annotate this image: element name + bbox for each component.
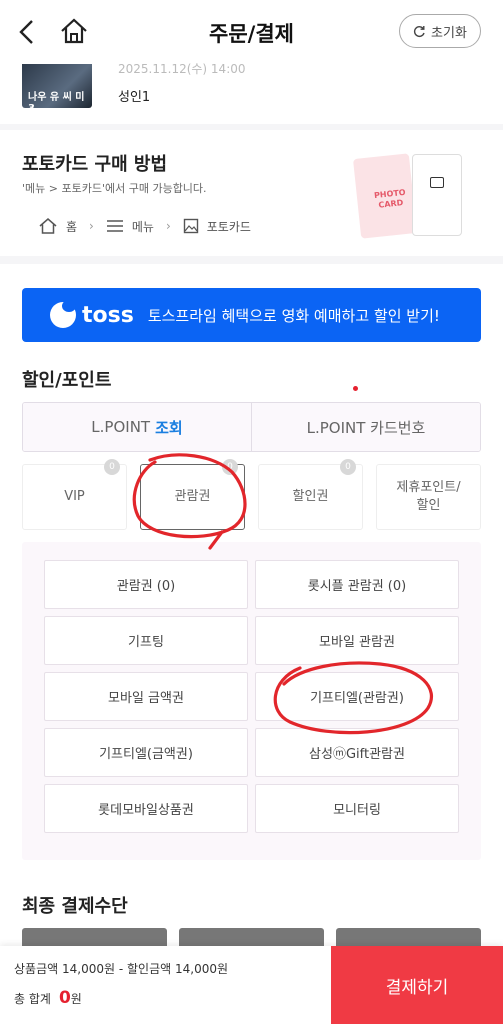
discount-section: 할인/포인트 L.POINT 조회 L.POINT 카드번호 VIP 0 관람권… <box>0 354 503 872</box>
photocard-illustration: PHOTO CARD <box>352 153 418 239</box>
toss-banner[interactable]: toss 토스프라임 혜택으로 영화 예매하고 할인 받기! <box>22 288 481 342</box>
chevron-right-icon: › <box>89 219 94 233</box>
tab-ticket[interactable]: 관람권 0 <box>140 459 245 530</box>
tab-ticket-label: 관람권 <box>174 489 211 504</box>
heart-icon <box>430 177 444 188</box>
movie-schedule: 2025.11.12(수) 14:00 <box>118 62 246 76</box>
lpoint-lookup-link[interactable]: 조회 <box>155 417 183 438</box>
breadcrumb-menu: 메뉴 <box>131 219 154 234</box>
option-giftiel-ticket[interactable]: 기프티엘(관람권) <box>255 672 459 721</box>
ticket-options-panel: 관람권 (0) 롯시플 관람권 (0) 기프팅 모바일 관람권 모바일 금액권 … <box>22 542 481 860</box>
toss-logo-text: toss <box>82 302 134 328</box>
top-header: 주문/결제 초기화 <box>0 0 503 64</box>
photocard-card-text: PHOTO CARD <box>373 187 407 210</box>
notice-dot <box>353 386 358 391</box>
option-lottecineplus-ticket[interactable]: 롯시플 관람권 (0) <box>255 560 459 609</box>
tab-coupon[interactable]: 할인권 0 <box>258 459 363 530</box>
poster-title: 나우 유 씨 미 3 <box>28 92 85 108</box>
option-monitoring[interactable]: 모니터링 <box>255 784 459 833</box>
movie-poster: 나우 유 씨 미 3 <box>22 64 92 108</box>
movie-summary: 나우 유 씨 미 3 2025.11.12(수) 14:00 성인1 <box>0 62 503 124</box>
total-unit: 원 <box>70 992 82 1006</box>
refresh-icon <box>413 25 425 37</box>
order-payment-page: 주문/결제 초기화 나우 유 씨 미 3 2025.11.12(수) 14:00… <box>0 0 503 1024</box>
tab-partner-label: 제휴포인트/ 할인 <box>396 480 461 513</box>
discount-title: 할인/포인트 <box>22 370 112 391</box>
breadcrumb-photocard: 포토카드 <box>206 219 251 234</box>
reset-button[interactable]: 초기화 <box>399 14 481 48</box>
discount-amount-value: 14,000원 <box>175 962 229 976</box>
amount-summary: 상품금액 14,000원 - 할인금액 14,000원 <box>14 960 228 977</box>
lpoint-tabs: L.POINT 조회 L.POINT 카드번호 <box>22 402 481 452</box>
product-amount-label: 상품금액 <box>14 962 59 976</box>
home-icon <box>39 218 57 234</box>
toss-banner-text: 토스프라임 혜택으로 영화 예매하고 할인 받기! <box>147 306 440 325</box>
total-summary: 총 합계 0원 <box>14 988 82 1008</box>
photocard-guide: 포토카드 구매 방법 '메뉴 > 포토카드'에서 구매 가능합니다. 홈 › 메… <box>0 130 503 256</box>
breadcrumb-home: 홈 <box>66 219 78 234</box>
tab-coupon-label: 할인권 <box>292 489 329 504</box>
product-amount-value: 14,000원 <box>62 962 116 976</box>
tab-lpoint-lookup[interactable]: L.POINT 조회 <box>23 403 251 451</box>
menu-icon <box>106 220 123 232</box>
option-samsung-gift-ticket[interactable]: 삼성ⓜGift관람권 <box>255 728 459 777</box>
photocard-desc: '메뉴 > 포토카드'에서 구매 가능합니다. <box>22 182 207 195</box>
toss-logo-icon <box>50 300 76 328</box>
toss-banner-section: toss 토스프라임 혜택으로 영화 예매하고 할인 받기! <box>0 264 503 354</box>
option-ticket[interactable]: 관람권 (0) <box>44 560 248 609</box>
tab-vip[interactable]: VIP 0 <box>22 459 127 530</box>
option-gifting[interactable]: 기프팅 <box>44 616 248 665</box>
count-badge: 0 <box>104 459 120 475</box>
total-value: 0 <box>58 988 71 1008</box>
total-label: 총 합계 <box>14 992 51 1006</box>
tab-lpoint-card-number[interactable]: L.POINT 카드번호 <box>251 403 480 451</box>
option-mobile-ticket[interactable]: 모바일 관람권 <box>255 616 459 665</box>
option-giftiel-cash[interactable]: 기프티엘(금액권) <box>44 728 248 777</box>
count-badge: 0 <box>340 459 356 475</box>
payment-summary-bar: 상품금액 14,000원 - 할인금액 14,000원 총 합계 0원 결제하기 <box>0 946 503 1024</box>
reset-label: 초기화 <box>431 25 467 41</box>
photocard-title: 포토카드 구매 방법 <box>22 154 168 175</box>
chevron-right-icon: › <box>165 219 171 233</box>
image-icon <box>183 218 198 234</box>
tab-lpoint-card-label: L.POINT 카드번호 <box>306 418 426 437</box>
amount-separator: - <box>118 962 128 976</box>
option-lotte-mobile-voucher[interactable]: 롯데모바일상품권 <box>44 784 248 833</box>
pay-button[interactable]: 결제하기 <box>331 946 503 1024</box>
option-mobile-cash-voucher[interactable]: 모바일 금액권 <box>44 672 248 721</box>
tab-lpoint-prefix: L.POINT <box>91 418 151 436</box>
final-payment-title: 최종 결제수단 <box>22 896 128 917</box>
ticket-count: 성인1 <box>118 90 151 105</box>
photocard-back-illustration <box>412 154 462 236</box>
count-badge: 0 <box>222 459 238 475</box>
breadcrumb: 홈 › 메뉴 › 포토카드 <box>38 217 251 235</box>
discount-type-tabs: VIP 0 관람권 0 할인권 0 제휴포인트/ 할인 <box>22 459 481 530</box>
discount-amount-label: 할인금액 <box>127 962 172 976</box>
tab-partner-points[interactable]: 제휴포인트/ 할인 <box>376 464 481 530</box>
tab-vip-label: VIP <box>64 489 85 504</box>
